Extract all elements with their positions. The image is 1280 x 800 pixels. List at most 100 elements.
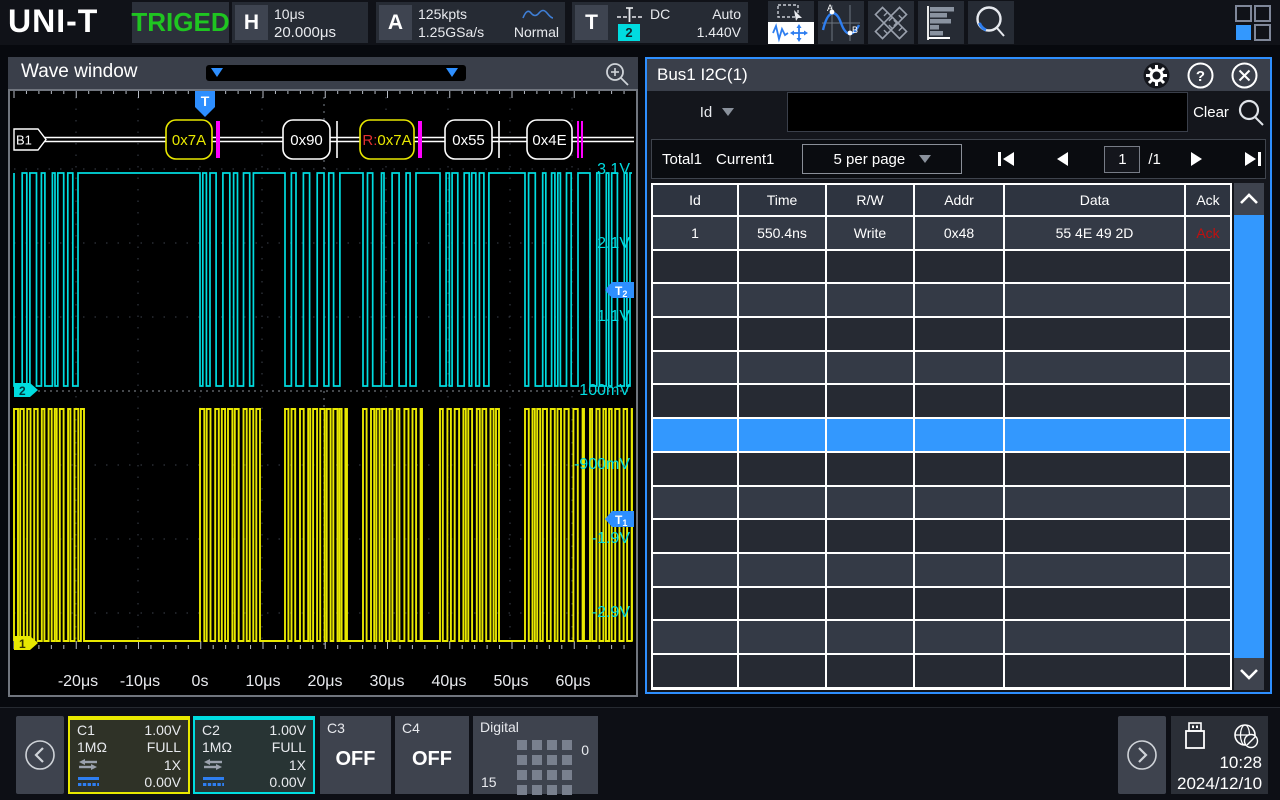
horizontal-position-bar[interactable]: [206, 65, 466, 81]
table-cell[interactable]: [1005, 251, 1184, 283]
table-cell[interactable]: [1186, 385, 1230, 417]
table-cell[interactable]: [1005, 487, 1184, 519]
table-cell[interactable]: [827, 318, 913, 350]
table-cell[interactable]: 55 4E 49 2D: [1005, 217, 1184, 249]
table-cell[interactable]: [739, 453, 825, 485]
close-icon[interactable]: [1231, 62, 1258, 89]
channel2-block[interactable]: C21.00V 1MΩFULL 1X 0.00V: [193, 716, 315, 794]
table-cell[interactable]: [653, 621, 737, 653]
zoom-search-button[interactable]: [968, 1, 1014, 44]
table-cell[interactable]: [1186, 284, 1230, 316]
table-cell[interactable]: [653, 554, 737, 586]
table-cell[interactable]: [915, 520, 1003, 552]
table-cell[interactable]: [1186, 419, 1230, 451]
table-cell[interactable]: [827, 385, 913, 417]
acquire-block[interactable]: A 125kpts 1.25GSa/s Normal: [376, 2, 565, 43]
column-header[interactable]: Time: [739, 185, 825, 215]
table-cell[interactable]: [1005, 284, 1184, 316]
histogram-button[interactable]: [918, 1, 964, 44]
table-cell[interactable]: [653, 520, 737, 552]
table-cell[interactable]: [1005, 385, 1184, 417]
table-cell[interactable]: [1005, 419, 1184, 451]
table-cell[interactable]: 550.4ns: [739, 217, 825, 249]
table-cell[interactable]: [1186, 318, 1230, 350]
table-cell[interactable]: [915, 621, 1003, 653]
table-cell[interactable]: [1005, 588, 1184, 620]
table-cell[interactable]: [739, 621, 825, 653]
filter-field-dropdown[interactable]: Id: [647, 91, 787, 133]
table-cell[interactable]: [1186, 453, 1230, 485]
layout-button[interactable]: [1230, 1, 1276, 44]
table-cell[interactable]: [739, 487, 825, 519]
table-cell[interactable]: [739, 318, 825, 350]
trigger-block[interactable]: T 2 DC Auto 1.440V: [572, 2, 748, 43]
table-cell[interactable]: [653, 487, 737, 519]
zoom-in-icon[interactable]: [604, 61, 630, 87]
column-header[interactable]: R/W: [827, 185, 913, 215]
table-cell[interactable]: [1186, 655, 1230, 687]
table-cell[interactable]: [653, 655, 737, 687]
next-page-button[interactable]: [1189, 150, 1205, 168]
clear-button[interactable]: Clear: [1188, 104, 1234, 121]
table-cell[interactable]: 0x48: [915, 217, 1003, 249]
table-cell[interactable]: [1186, 352, 1230, 384]
table-cell[interactable]: [915, 318, 1003, 350]
table-cell[interactable]: [739, 385, 825, 417]
table-cell[interactable]: [827, 554, 913, 586]
table-cell[interactable]: [915, 352, 1003, 384]
select-move-button[interactable]: [768, 1, 814, 44]
channel1-block[interactable]: C11.00V 1MΩFULL 1X 0.00V: [68, 716, 190, 794]
table-cell[interactable]: [915, 588, 1003, 620]
scrollbar-thumb[interactable]: [1234, 215, 1264, 658]
table-cell[interactable]: [653, 251, 737, 283]
table-cell[interactable]: [915, 487, 1003, 519]
table-cell[interactable]: [1186, 554, 1230, 586]
table-cell[interactable]: [1005, 318, 1184, 350]
table-cell[interactable]: [739, 352, 825, 384]
table-cell[interactable]: [653, 453, 737, 485]
table-scrollbar[interactable]: [1234, 183, 1264, 690]
table-cell[interactable]: [915, 554, 1003, 586]
page-input[interactable]: 1: [1104, 146, 1140, 173]
table-cell[interactable]: Ack: [1186, 217, 1230, 249]
status-block[interactable]: 10:28 2024/12/10: [1171, 716, 1268, 794]
scroll-left-button[interactable]: [16, 716, 64, 794]
table-cell[interactable]: [739, 419, 825, 451]
channel3-block[interactable]: C3 OFF: [320, 716, 391, 794]
settings-gear-icon[interactable]: [1143, 62, 1170, 89]
table-cell[interactable]: [739, 655, 825, 687]
table-cell[interactable]: [1186, 588, 1230, 620]
table-cell[interactable]: [1005, 352, 1184, 384]
table-cell[interactable]: [653, 419, 737, 451]
table-cell[interactable]: [827, 520, 913, 552]
table-cell[interactable]: [739, 284, 825, 316]
table-cell[interactable]: [653, 284, 737, 316]
position-marker-right-icon[interactable]: [446, 68, 458, 77]
column-header[interactable]: Addr: [915, 185, 1003, 215]
table-cell[interactable]: Write: [827, 217, 913, 249]
table-cell[interactable]: [1186, 520, 1230, 552]
table-cell[interactable]: [915, 655, 1003, 687]
digital-block[interactable]: Digital 0 15: [473, 716, 598, 794]
column-header[interactable]: Id: [653, 185, 737, 215]
table-cell[interactable]: [827, 419, 913, 451]
table-cell[interactable]: [739, 251, 825, 283]
table-cell[interactable]: [1005, 554, 1184, 586]
table-cell[interactable]: [827, 655, 913, 687]
table-cell[interactable]: [915, 385, 1003, 417]
table-cell[interactable]: [915, 284, 1003, 316]
waveform-display[interactable]: B10x7A0x90R:0x7A0x550x4ET21T2T13.1V2.1V1…: [8, 89, 638, 697]
table-cell[interactable]: [653, 385, 737, 417]
scroll-right-button[interactable]: [1118, 716, 1166, 794]
channel4-block[interactable]: C4 OFF: [395, 716, 469, 794]
table-cell[interactable]: [915, 419, 1003, 451]
measure-button[interactable]: [868, 1, 914, 44]
table-cell[interactable]: [827, 251, 913, 283]
math-ab-button[interactable]: A B: [818, 1, 864, 44]
table-cell[interactable]: [1005, 621, 1184, 653]
first-page-button[interactable]: [996, 150, 1016, 168]
table-cell[interactable]: [653, 352, 737, 384]
table-cell[interactable]: [827, 588, 913, 620]
search-icon[interactable]: [1234, 96, 1270, 128]
table-cell[interactable]: [827, 621, 913, 653]
